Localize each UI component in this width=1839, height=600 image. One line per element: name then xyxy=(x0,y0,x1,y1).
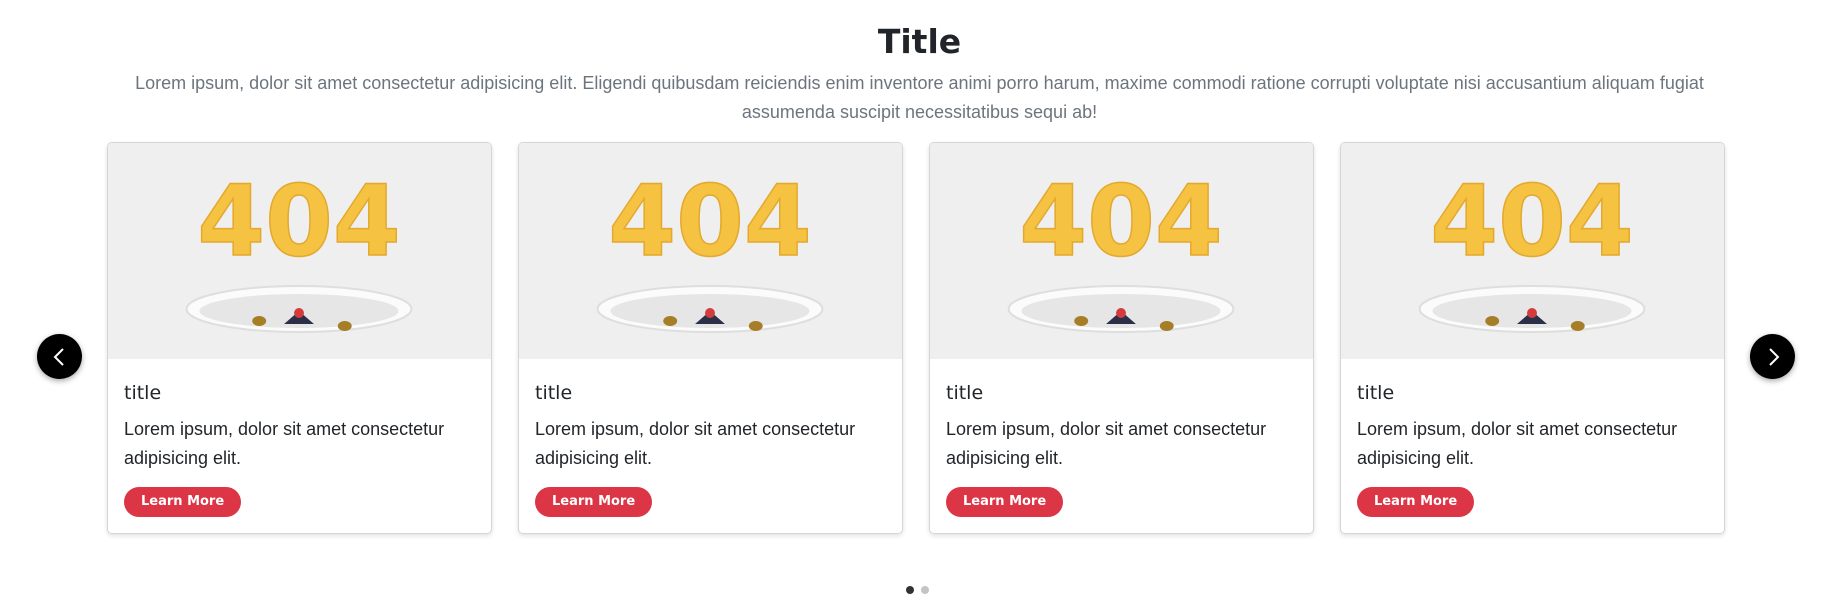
404-illustration: 404 xyxy=(930,143,1313,359)
carousel-pagination xyxy=(906,586,929,594)
card-3: 404 title Lorem ipsum, dolor sit amet co… xyxy=(929,142,1314,534)
card-title: title xyxy=(535,382,573,404)
chevron-right-icon xyxy=(1768,347,1779,366)
learn-more-button[interactable]: Learn More xyxy=(946,487,1064,517)
card-text: Lorem ipsum, dolor sit amet consectetur … xyxy=(124,419,445,468)
pagination-dot-2[interactable] xyxy=(921,586,929,594)
404-illustration: 404 xyxy=(519,143,902,359)
card-title: title xyxy=(124,382,162,404)
404-illustration: 404 xyxy=(1341,143,1724,359)
carousel-prev-button[interactable] xyxy=(37,334,82,379)
carousel-section: Title Lorem ipsum, dolor sit amet consec… xyxy=(0,0,1839,600)
404-illustration: 404 xyxy=(108,143,491,359)
section-description: Lorem ipsum, dolor sit amet consectetur … xyxy=(135,73,1704,122)
learn-more-button[interactable]: Learn More xyxy=(535,487,653,517)
card-text: Lorem ipsum, dolor sit amet consectetur … xyxy=(946,419,1267,468)
card-text: Lorem ipsum, dolor sit amet consectetur … xyxy=(535,419,856,468)
svg-text:404: 404 xyxy=(197,165,400,279)
learn-more-button[interactable]: Learn More xyxy=(1357,487,1475,517)
chevron-left-icon xyxy=(53,347,64,366)
card-4: 404 title Lorem ipsum, dolor sit amet co… xyxy=(1340,142,1725,534)
carousel-next-button[interactable] xyxy=(1750,334,1795,379)
card-title: title xyxy=(946,382,984,404)
card-text: Lorem ipsum, dolor sit amet consectetur … xyxy=(1357,419,1678,468)
svg-text:404: 404 xyxy=(608,165,811,279)
svg-text:404: 404 xyxy=(1430,165,1633,279)
card-2: 404 title Lorem ipsum, dolor sit amet co… xyxy=(518,142,903,534)
card-1: 404 title Lorem ipsum, dolor sit amet co… xyxy=(107,142,492,534)
pagination-dot-1[interactable] xyxy=(906,586,914,594)
card-title: title xyxy=(1357,382,1395,404)
svg-text:404: 404 xyxy=(1019,165,1222,279)
section-title: Title xyxy=(877,22,962,61)
learn-more-button[interactable]: Learn More xyxy=(124,487,242,517)
